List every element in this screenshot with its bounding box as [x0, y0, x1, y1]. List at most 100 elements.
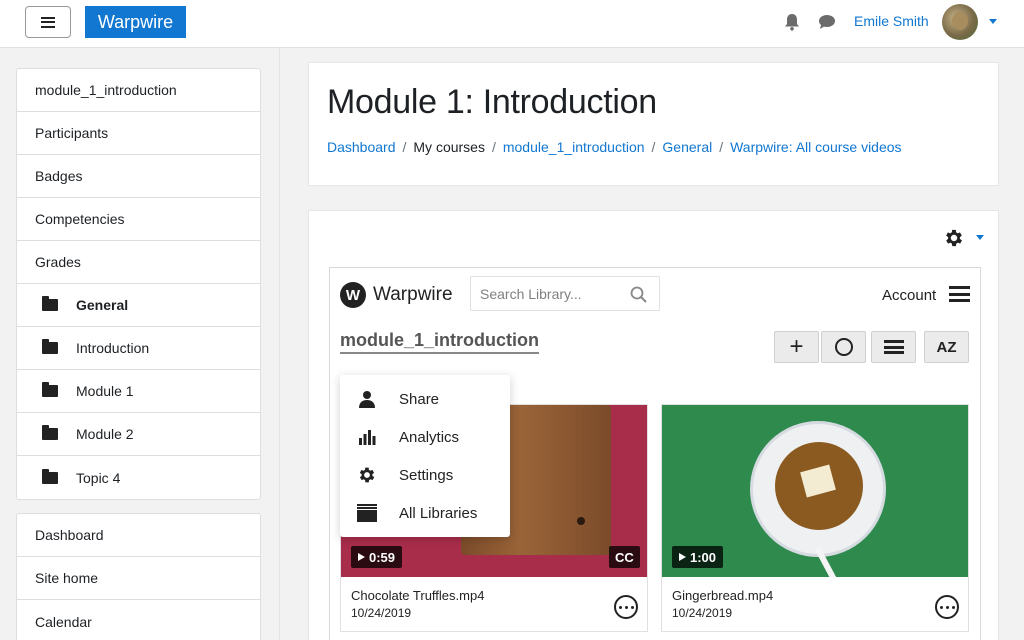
nav-item-label: Calendar [35, 613, 92, 630]
person-icon [359, 391, 375, 408]
nav-item-label: Competencies [35, 211, 125, 227]
menu-item-label: Analytics [399, 428, 460, 446]
breadcrumb-separator: / [651, 139, 656, 155]
warpwire-embed: W Warpwire Account module_1_introduction… [329, 267, 981, 640]
menu-item-settings[interactable]: Settings [340, 456, 510, 494]
duration-text: 0:59 [369, 549, 396, 565]
menu-toggle-button[interactable] [25, 6, 71, 38]
nav-item-label: Module 1 [76, 383, 134, 399]
nav-item-module-2[interactable]: Module 2 [17, 413, 260, 456]
video-date: 10/24/2019 [351, 606, 412, 620]
menu-item-label: Settings [399, 466, 454, 484]
nav-item-topic-4[interactable]: Topic 4 [17, 456, 260, 499]
main-content: W Warpwire Account module_1_introduction… [308, 210, 999, 640]
nav-item-general[interactable]: General [17, 284, 260, 327]
menu-item-analytics[interactable]: Analytics [340, 418, 510, 456]
video-card[interactable]: 1:00 Gingerbread.mp4 10/24/2019 [661, 404, 969, 632]
nav-item-participants[interactable]: Participants [17, 112, 260, 155]
breadcrumb-course[interactable]: module_1_introduction [503, 139, 645, 155]
top-navbar: Warpwire Emile Smith [0, 0, 1024, 48]
folder-icon [42, 382, 58, 397]
more-options-icon[interactable] [935, 595, 959, 619]
menu-item-label: Share [399, 390, 440, 408]
breadcrumb-general[interactable]: General [662, 139, 712, 155]
menu-item-all-libraries[interactable]: All Libraries [340, 494, 510, 532]
site-nav-list: Dashboard Site home Calendar [16, 513, 261, 640]
folder-icon [42, 425, 58, 440]
brand-logo[interactable]: Warpwire [85, 6, 186, 38]
nav-item-label: Site home [35, 570, 99, 586]
menu-item-share[interactable]: Share [340, 380, 510, 418]
breadcrumb-separator: / [402, 139, 407, 155]
nav-item-label: Dashboard [35, 527, 104, 543]
avatar[interactable] [942, 4, 978, 40]
nav-item-label: General [76, 297, 129, 313]
nav-item-label: Participants [35, 125, 109, 141]
search-icon[interactable] [630, 286, 647, 303]
nav-item-competencies[interactable]: Competencies [17, 198, 260, 241]
nav-item-label: Introduction [76, 340, 150, 356]
library-dropdown-menu: Share Analytics Settings All Libraries [340, 375, 510, 537]
nav-item-badges[interactable]: Badges [17, 155, 260, 198]
chevron-down-icon[interactable] [989, 19, 997, 24]
nav-item-label: module_1_introduction [35, 82, 177, 98]
duration-text: 1:00 [690, 549, 717, 565]
menu-icon [41, 16, 55, 28]
video-title[interactable]: Gingerbread.mp4 [672, 588, 773, 603]
nav-item-introduction[interactable]: Introduction [17, 327, 260, 370]
nav-item-label: Module 2 [76, 426, 134, 442]
video-title[interactable]: Chocolate Truffles.mp4 [351, 588, 484, 603]
chat-icon[interactable] [818, 14, 836, 30]
gear-icon [359, 467, 375, 483]
circle-icon [834, 338, 853, 356]
course-nav-list: module_1_introduction Participants Badge… [16, 68, 261, 500]
more-options-icon[interactable] [614, 595, 638, 619]
breadcrumb-separator: / [719, 139, 724, 155]
nav-item-dashboard[interactable]: Dashboard [17, 514, 260, 557]
bar-chart-icon [359, 430, 376, 445]
play-icon [358, 553, 365, 561]
gear-icon[interactable] [943, 227, 965, 249]
nav-item-calendar[interactable]: Calendar [17, 600, 260, 640]
bell-icon[interactable] [784, 13, 800, 31]
warpwire-name: Warpwire [373, 284, 453, 305]
hamburger-menu-icon[interactable] [949, 286, 970, 302]
menu-item-label: All Libraries [399, 504, 478, 522]
user-name[interactable]: Emile Smith [854, 13, 929, 29]
sort-az-icon: AZ [936, 338, 957, 356]
breadcrumb-warpwire[interactable]: Warpwire: All course videos [730, 139, 901, 155]
video-thumbnail[interactable]: 1:00 [662, 405, 968, 577]
search-box [470, 276, 660, 311]
chevron-down-icon[interactable] [976, 235, 984, 240]
thumbnail-image [750, 421, 886, 557]
duration-badge: 0:59 [351, 546, 403, 568]
sort-button[interactable]: AZ [924, 331, 969, 363]
breadcrumb-dashboard[interactable]: Dashboard [327, 139, 396, 155]
nav-item-module-1[interactable]: Module 1 [17, 370, 260, 413]
list-view-button[interactable] [871, 331, 916, 363]
library-icon [357, 504, 377, 522]
list-icon [883, 340, 904, 354]
play-icon [679, 553, 686, 561]
page-header: Module 1: Introduction Dashboard / My co… [308, 62, 999, 186]
library-title[interactable]: module_1_introduction [340, 330, 540, 354]
breadcrumb-my-courses: My courses [413, 139, 485, 155]
account-link[interactable]: Account [882, 287, 936, 304]
add-button[interactable]: + [774, 331, 819, 363]
folder-icon [42, 296, 58, 311]
nav-item-site-home[interactable]: Site home [17, 557, 260, 600]
record-button[interactable] [821, 331, 866, 363]
page-title: Module 1: Introduction [327, 83, 657, 121]
duration-badge: 1:00 [672, 546, 724, 568]
folder-icon [42, 339, 58, 354]
nav-item-label: Topic 4 [76, 469, 121, 486]
closed-caption-badge: CC [609, 546, 640, 568]
plus-icon: + [789, 333, 804, 360]
breadcrumb: Dashboard / My courses / module_1_introd… [327, 139, 902, 155]
breadcrumb-separator: / [491, 139, 496, 155]
video-date: 10/24/2019 [672, 606, 733, 620]
nav-item-grades[interactable]: Grades [17, 241, 260, 284]
search-input[interactable] [471, 277, 621, 310]
nav-item-course[interactable]: module_1_introduction [17, 69, 260, 112]
nav-item-label: Grades [35, 254, 81, 270]
